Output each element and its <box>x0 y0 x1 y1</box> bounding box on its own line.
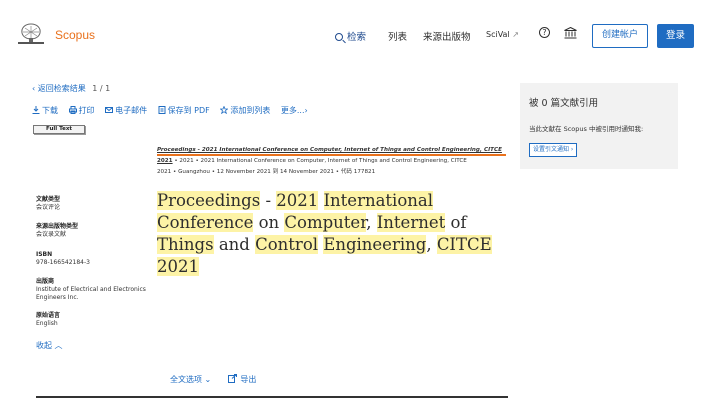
nav-lists[interactable]: 列表 <box>388 29 407 43</box>
back-to-results-link[interactable]: ‹ 返回检索结果 <box>32 84 86 93</box>
title-word: International <box>323 191 434 210</box>
external-link-icon: ↗ <box>512 30 519 39</box>
save-pdf-button[interactable]: 保存到 PDF <box>158 106 210 115</box>
language-label: 原始语言 <box>36 312 61 319</box>
title-word: 2021 <box>157 257 199 276</box>
export-icon <box>228 374 238 383</box>
set-citation-alert-button[interactable]: 设置引文通知 › <box>529 143 578 157</box>
source-line-3: 2021 • Guangzhou • 12 November 2021 到 14… <box>157 169 376 175</box>
isbn-label: ISBN <box>36 251 53 258</box>
collapse-button[interactable]: 收起 ︿ <box>36 340 63 351</box>
institution-icon[interactable] <box>564 27 577 39</box>
source-type-value: 会议录文献 <box>36 231 67 238</box>
doc-type-label: 文献类型 <box>36 196 61 203</box>
create-account-button[interactable]: 创建帐户 <box>592 24 648 48</box>
title-word: Proceedings <box>157 191 261 210</box>
source-divider <box>157 154 506 156</box>
star-icon <box>220 106 229 114</box>
login-button[interactable]: 登录 <box>657 24 694 48</box>
download-button[interactable]: 下载 <box>32 106 58 115</box>
elsevier-logo-icon[interactable] <box>17 22 45 46</box>
citations-panel: 被 0 篇文献引用 当此文献在 Scopus 中被引用时通知我: 设置引文通知 … <box>520 83 678 169</box>
chevron-right-icon: › <box>304 106 308 115</box>
print-button[interactable]: 打印 <box>68 106 95 115</box>
more-label: 更多... <box>280 106 305 115</box>
nav-sources[interactable]: 来源出版物 <box>423 29 471 43</box>
bottom-divider <box>36 396 508 398</box>
more-button[interactable]: 更多...› <box>281 106 308 115</box>
title-sep <box>318 191 323 210</box>
download-label: 下载 <box>42 106 58 115</box>
language-block: 原始语言 English <box>36 312 154 328</box>
top-header: Scopus 检索 列表 来源出版物 SciVal ↗ ? 创建帐户 登录 <box>0 0 701 66</box>
print-label: 打印 <box>78 106 95 115</box>
source-info: Proceedings - 2021 International Confere… <box>157 145 507 178</box>
title-word: CITCE <box>436 235 492 254</box>
publisher-value: Institute of Electrical and Electronics … <box>36 286 146 301</box>
title-word: Control <box>255 235 319 254</box>
isbn-block: ISBN 978-166542184-3 <box>36 251 154 267</box>
isbn-value: 978-166542184-3 <box>36 259 90 266</box>
title-word: Things <box>157 235 214 254</box>
title-word: Internet <box>376 213 446 232</box>
result-pager: 1 / 1 <box>92 84 111 93</box>
nav-scival[interactable]: SciVal ↗ <box>486 30 519 39</box>
pdf-icon <box>158 106 166 114</box>
document-toolbar: 下载 打印 电子邮件 保存到 PDF 添加到列表 更多...› <box>32 105 316 116</box>
source-type-label: 来源出版物类型 <box>36 223 79 230</box>
title-sep: , <box>366 213 377 232</box>
nav-scival-label: SciVal <box>486 30 510 39</box>
document-title: Proceedings - 2021 International Confere… <box>157 190 507 278</box>
title-sep: on <box>253 213 285 232</box>
source-year-link[interactable]: 2021 <box>157 158 173 164</box>
scopus-logo-text[interactable]: Scopus <box>55 28 95 42</box>
title-sep: and <box>213 235 256 254</box>
title-word: Computer <box>284 213 367 232</box>
source-type-block: 来源出版物类型 会议录文献 <box>36 223 154 239</box>
email-button[interactable]: 电子邮件 <box>105 106 147 115</box>
doc-type-block: 文献类型 会议评论 <box>36 196 154 212</box>
full-text-button[interactable]: Full Text <box>33 125 85 134</box>
full-text-options-button[interactable]: 全文选项 ⌄ <box>170 375 211 384</box>
bottom-actions: 全文选项 ⌄ 导出 <box>170 374 256 385</box>
nav-search-label: 检索 <box>347 32 367 43</box>
source-line-2-text: • 2021 • 2021 International Conference o… <box>172 158 467 164</box>
save-pdf-label: 保存到 PDF <box>167 106 210 115</box>
language-value: English <box>36 320 58 327</box>
publisher-block: 出版商 Institute of Electrical and Electron… <box>36 278 154 302</box>
download-icon <box>32 106 40 114</box>
email-icon <box>105 107 114 113</box>
doc-type-value: 会议评论 <box>36 204 61 211</box>
print-icon <box>68 106 77 114</box>
help-icon[interactable]: ? <box>539 27 550 38</box>
source-line-2: 2021 • 2021 • 2021 International Confere… <box>157 156 507 167</box>
title-word: Conference <box>157 213 254 232</box>
search-icon <box>335 33 343 41</box>
title-word: 2021 <box>276 191 319 210</box>
citation-alert-description: 当此文献在 Scopus 中被引用时通知我: <box>529 125 644 133</box>
title-sep: of <box>445 213 467 232</box>
export-button[interactable]: 导出 <box>228 374 257 384</box>
email-label: 电子邮件 <box>115 106 148 115</box>
title-sep: , <box>426 235 437 254</box>
publisher-label: 出版商 <box>36 278 55 285</box>
export-label: 导出 <box>240 375 257 384</box>
nav-search[interactable]: 检索 <box>335 29 366 43</box>
title-word: Engineering <box>323 235 427 254</box>
breadcrumb: ‹ 返回检索结果 1 / 1 <box>32 83 110 94</box>
add-to-list-button[interactable]: 添加到列表 <box>220 106 270 115</box>
cited-by-title: 被 0 篇文献引用 <box>529 98 599 109</box>
add-to-list-label: 添加到列表 <box>230 106 271 115</box>
title-sep: - <box>260 191 277 210</box>
